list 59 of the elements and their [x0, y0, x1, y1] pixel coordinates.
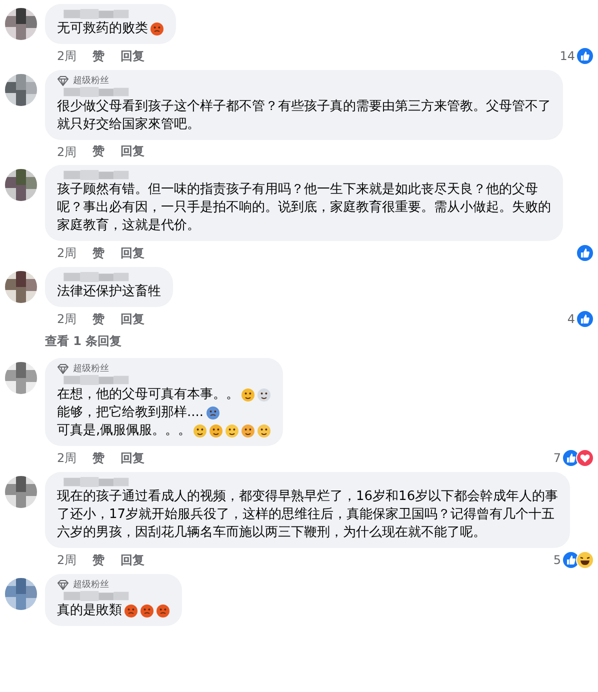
like-link[interactable]: 赞: [92, 48, 105, 64]
comment-text: 六岁的男孩，因刮花几辆名车而施以两三下鞭刑，为什么现在就不能了呢。: [57, 524, 486, 542]
reaction-count[interactable]: 5: [553, 552, 561, 568]
reply-link[interactable]: 回复: [120, 48, 145, 64]
comment-text: 孩子顾然有错。但一味的指责孩子有用吗？他一生下来就是如此丧尽天良？他的父母: [57, 181, 538, 199]
reaction-count[interactable]: 7: [553, 450, 561, 466]
comment-time[interactable]: 2周: [57, 552, 77, 568]
comment-text: 可真是,佩服佩服。。。: [57, 422, 192, 440]
angry-emoji-icon: [140, 604, 154, 618]
view-replies-link[interactable]: 查看 1 条回复: [45, 331, 122, 356]
avatar[interactable]: [5, 169, 37, 201]
avatar[interactable]: [5, 8, 37, 40]
reply-link[interactable]: 回复: [120, 143, 145, 160]
comment-time[interactable]: 2周: [57, 144, 77, 160]
laughing-reaction-icon[interactable]: [576, 551, 594, 569]
like-link[interactable]: 赞: [92, 552, 105, 568]
angry-emoji-icon: [156, 604, 170, 618]
avatar[interactable]: [5, 362, 37, 394]
comment-text: 无可救药的败类: [57, 20, 148, 38]
comment-text: 呢？事出必有因，一只手是拍不响的。说到底，家庭教育很重要。需从小做起。失败的: [57, 199, 551, 217]
comment-time[interactable]: 2周: [57, 450, 77, 466]
like-link[interactable]: 赞: [92, 244, 105, 262]
reply-link[interactable]: 回复: [120, 310, 145, 328]
comment-text: 真的是敗類: [57, 602, 122, 620]
like-link[interactable]: 赞: [92, 143, 105, 160]
comment-text: 在想，他的父母可真有本事。。: [57, 386, 239, 404]
reaction-count[interactable]: 4: [567, 311, 575, 327]
like-link[interactable]: 赞: [92, 310, 105, 328]
fan-badge-label: 超级粉丝: [73, 363, 109, 375]
like-reaction-icon[interactable]: [576, 310, 594, 328]
like-reaction-icon[interactable]: [576, 244, 594, 262]
comment-time[interactable]: 2周: [57, 311, 77, 327]
comment-text: 能够，把它给教到那样....: [57, 404, 204, 422]
angry-emoji-icon: [150, 22, 164, 36]
comment-time[interactable]: 2周: [57, 245, 77, 261]
like-reaction-icon[interactable]: [576, 47, 594, 65]
comment-text: 家庭教育，这就是代价。: [57, 217, 200, 235]
comment-text: 就只好交给国家來管吧。: [57, 116, 200, 134]
comment-text: 现在的孩子通过看成人的视频，都变得早熟早烂了，16岁和16岁以下都会幹成年人的事: [57, 488, 558, 506]
comment-text: 很少做父母看到孩子这个样子都不管？有些孩子真的需要由第三方来管教。父母管不了: [57, 98, 551, 116]
comment-text: 了还小，17岁就开始服兵役了，这样的思维往后，真能保家卫国吗？记得曾有几个十五: [57, 506, 555, 524]
avatar[interactable]: [5, 271, 37, 303]
heart-reaction-icon[interactable]: [576, 449, 594, 467]
reaction-count[interactable]: 14: [560, 48, 575, 64]
reply-link[interactable]: 回复: [120, 244, 145, 262]
diamond-icon: [57, 580, 69, 590]
like-link[interactable]: 赞: [92, 450, 105, 466]
reply-link[interactable]: 回复: [120, 450, 145, 466]
reply-link[interactable]: 回复: [120, 552, 145, 568]
diamond-icon: [57, 364, 69, 374]
avatar[interactable]: [5, 578, 37, 610]
angry-emoji-icon: [124, 604, 138, 618]
diamond-icon: [57, 76, 69, 86]
comment-time[interactable]: 2周: [57, 48, 77, 64]
fan-badge-label: 超级粉丝: [73, 75, 109, 87]
fan-badge-label: 超级粉丝: [73, 579, 109, 591]
comment-text: 法律还保护这畜牲: [57, 283, 161, 301]
avatar[interactable]: [5, 74, 37, 106]
avatar[interactable]: [5, 476, 37, 508]
